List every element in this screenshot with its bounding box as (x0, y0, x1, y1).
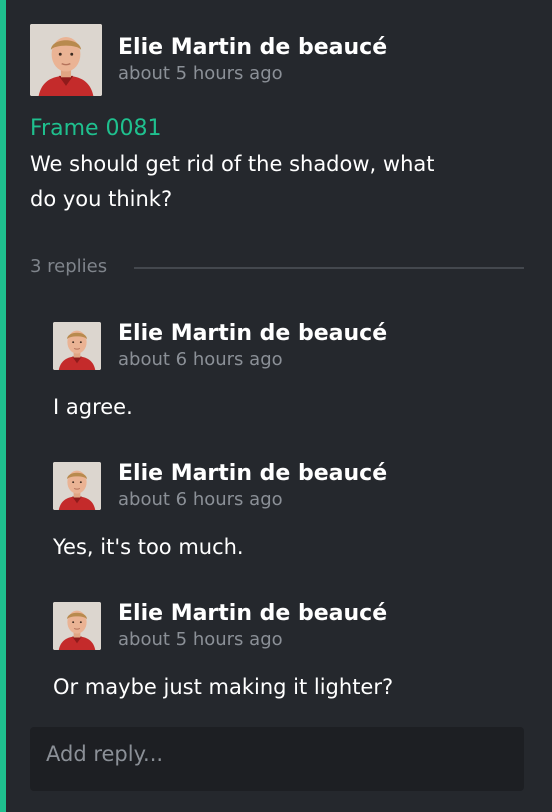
author-avatar[interactable] (30, 24, 102, 96)
add-reply-input[interactable] (30, 727, 524, 791)
reply-avatar[interactable] (53, 322, 101, 370)
avatar-photo-icon (53, 462, 101, 510)
avatar-photo-icon (30, 24, 102, 96)
comment-author: Elie Martin de beaucé (118, 35, 388, 60)
reply-author: Elie Martin de beaucé (118, 601, 388, 626)
avatar-photo-icon (53, 602, 101, 650)
divider-line (134, 267, 524, 269)
reply-author: Elie Martin de beaucé (118, 321, 388, 346)
reply-text: Yes, it's too much. (53, 535, 244, 559)
comment-thread: Elie Martin de beaucé about 5 hours ago … (6, 0, 552, 812)
comment-text-line-2: do you think? (30, 187, 173, 211)
comment-timestamp: about 5 hours ago (118, 63, 283, 84)
reply-avatar[interactable] (53, 462, 101, 510)
frame-link[interactable]: Frame 0081 (30, 116, 162, 142)
reply-text: I agree. (53, 395, 133, 419)
reply-text: Or maybe just making it lighter? (53, 675, 394, 699)
replies-count[interactable]: 3 replies (30, 254, 107, 280)
reply-avatar[interactable] (53, 602, 101, 650)
reply-timestamp: about 5 hours ago (118, 629, 283, 650)
reply-author: Elie Martin de beaucé (118, 461, 388, 486)
avatar-photo-icon (53, 322, 101, 370)
reply-timestamp: about 6 hours ago (118, 349, 283, 370)
replies-divider: 3 replies (30, 254, 524, 280)
reply-timestamp: about 6 hours ago (118, 489, 283, 510)
comment-text-line-1: We should get rid of the shadow, what (30, 152, 435, 176)
